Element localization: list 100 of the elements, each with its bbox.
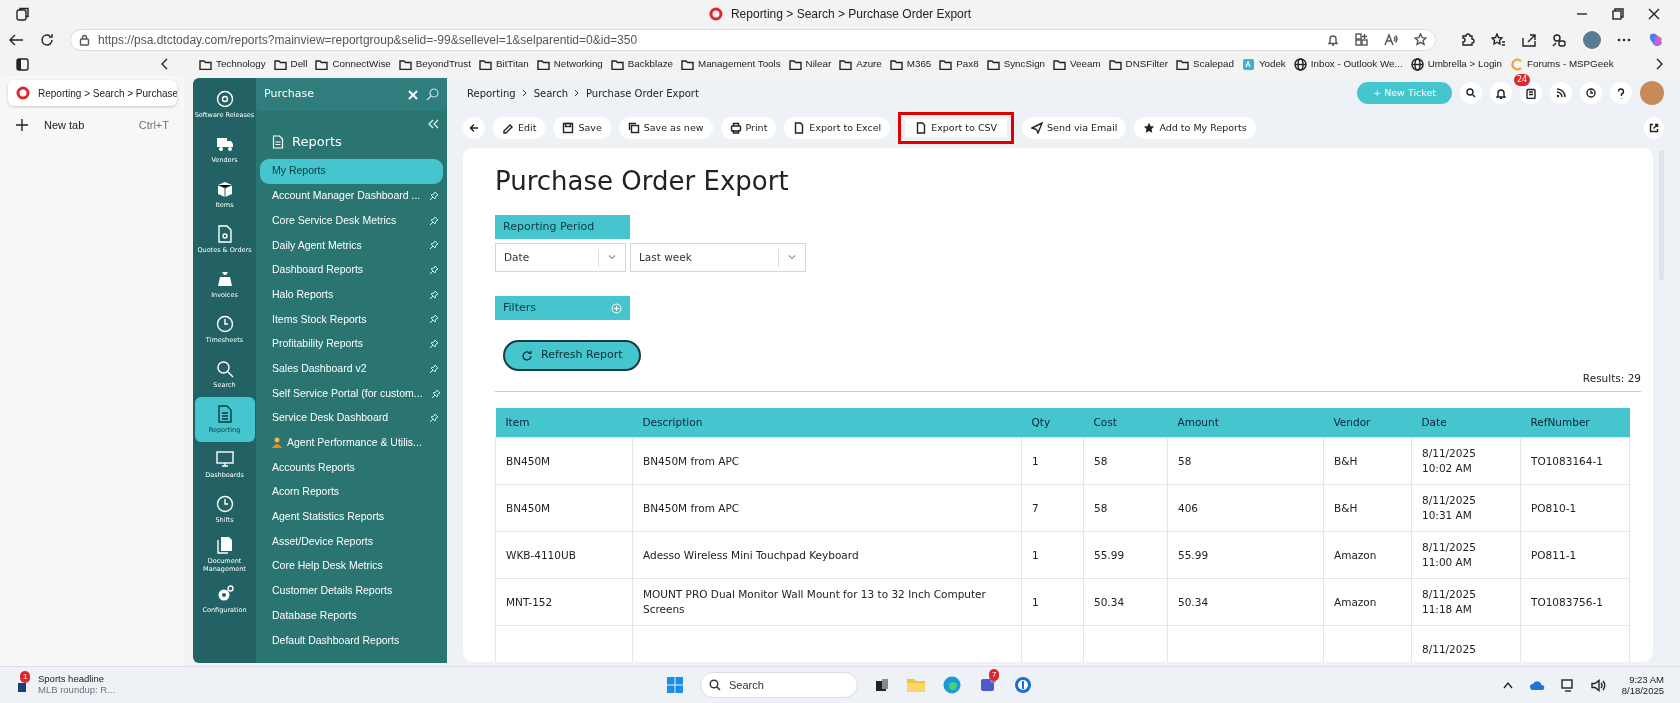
chevron-right-icon[interactable] xyxy=(1656,58,1664,70)
sidebar-item[interactable]: Database Reports xyxy=(260,603,443,629)
bookmark[interactable]: ConnectWise xyxy=(315,56,391,72)
bookmark[interactable]: Management Tools xyxy=(681,56,781,72)
sidebar-item[interactable]: Agent Statistics Reports xyxy=(260,504,443,530)
toolbar-button[interactable]: Add to My Reports xyxy=(1134,117,1256,139)
sidebar-item[interactable]: Daily Agent Metrics xyxy=(260,233,443,258)
bookmark[interactable]: M365 xyxy=(889,56,932,72)
sidebar-item[interactable]: Account Manager Dashboard ... xyxy=(260,183,443,209)
breadcrumb-item[interactable]: Search xyxy=(533,85,568,101)
read-aloud-icon[interactable] xyxy=(1384,33,1398,46)
toolbar-button[interactable]: Save xyxy=(553,117,611,139)
sidebar-item[interactable]: Service Desk Dashboard xyxy=(260,405,443,431)
restore-icon[interactable] xyxy=(1612,7,1624,20)
speaker-icon[interactable] xyxy=(1590,678,1606,692)
profile-avatar[interactable] xyxy=(1583,30,1601,49)
sidebar-item[interactable]: Dashboard Reports xyxy=(260,257,443,283)
pin-icon[interactable] xyxy=(429,314,439,325)
bookmark[interactable]: Azure xyxy=(839,56,882,72)
column-header[interactable]: Description xyxy=(632,407,1022,438)
bookmark[interactable]: Forums - MSPGeek xyxy=(1509,56,1614,72)
news-title[interactable]: Sports headline xyxy=(38,674,116,685)
toolbar-button[interactable]: Edit xyxy=(493,117,546,139)
browser-tab[interactable]: Reporting > Search > Purchase xyxy=(8,80,177,106)
pin-icon[interactable] xyxy=(429,215,439,226)
toolbar-button[interactable]: Export to CSV xyxy=(898,112,1015,144)
search-button[interactable] xyxy=(1460,82,1482,104)
column-header[interactable]: Item xyxy=(495,407,633,438)
browser-icon[interactable] xyxy=(942,675,962,695)
column-header[interactable]: Qty xyxy=(1021,407,1084,438)
chevron-left-icon[interactable] xyxy=(161,58,169,70)
share-icon[interactable] xyxy=(1522,32,1536,47)
sidebar-item[interactable]: Items Stock Reports xyxy=(260,307,443,332)
chevron-up-icon[interactable] xyxy=(1502,681,1513,689)
bookmark[interactable]: Umbrella > Login xyxy=(1410,56,1502,72)
sidebar-item[interactable]: Agent Performance & Utilis... xyxy=(260,430,443,456)
column-header[interactable]: RefNumber xyxy=(1520,407,1630,438)
user-avatar[interactable] xyxy=(1640,81,1664,105)
sidebar-item[interactable]: Customer Details Reports xyxy=(260,578,443,604)
dropdown-field[interactable]: Last week xyxy=(630,243,806,273)
history-button[interactable] xyxy=(1580,82,1602,104)
pin-icon[interactable] xyxy=(429,363,439,374)
pin-icon[interactable] xyxy=(429,191,439,202)
sidebar-item[interactable]: Asset/Device Reports xyxy=(260,529,443,554)
column-header[interactable]: Vendor xyxy=(1323,407,1412,438)
dropdown-field[interactable]: Date xyxy=(495,243,626,273)
pin-icon[interactable] xyxy=(429,265,439,276)
pin-icon[interactable] xyxy=(430,388,441,399)
clipboard-button[interactable] xyxy=(1520,82,1542,104)
sidebar-toggle-icon[interactable] xyxy=(16,57,29,71)
new-tab-button[interactable]: New tab xyxy=(16,116,85,134)
bell-icon[interactable] xyxy=(1327,33,1339,46)
back-icon[interactable] xyxy=(8,32,24,47)
favorites-icon[interactable] xyxy=(1491,32,1506,47)
pin-icon[interactable] xyxy=(429,240,439,251)
open-external-button[interactable] xyxy=(1644,117,1664,139)
start-icon[interactable] xyxy=(666,676,684,694)
sidebar-item[interactable]: Self Service Portal (for custom... xyxy=(260,381,443,406)
task-view-icon[interactable] xyxy=(874,677,890,693)
sidebar-item[interactable]: Profitability Reports xyxy=(260,331,443,357)
address-bar[interactable]: https://psa.dtctoday.com/reports?mainview=reportgroup&selid=-99&sellevel=1&selparentid=0&id=350 xyxy=(70,28,1436,51)
bookmark[interactable]: BitTitan xyxy=(478,56,529,72)
sidebar-item[interactable]: Default Dashboard Reports xyxy=(260,628,443,653)
tab-actions-icon[interactable] xyxy=(16,6,30,21)
clock-date[interactable]: 8/18/2025 xyxy=(1621,685,1664,697)
column-header[interactable]: Date xyxy=(1411,407,1521,438)
bookmark[interactable]: Inbox - Outlook We... xyxy=(1293,56,1403,72)
pin-icon[interactable] xyxy=(429,289,439,300)
bookmark[interactable]: Dell xyxy=(273,56,308,72)
bookmark[interactable]: Networking xyxy=(536,56,603,72)
close-icon[interactable] xyxy=(1648,7,1660,20)
toolbar-button[interactable]: Send via Email xyxy=(1022,117,1127,139)
bookmark[interactable]: DNSFilter xyxy=(1108,56,1169,72)
breadcrumb-item[interactable]: Reporting xyxy=(467,85,516,101)
help-button[interactable] xyxy=(1610,82,1632,104)
collapse-icon[interactable] xyxy=(427,119,439,129)
toolbar-button[interactable]: Export to Excel xyxy=(784,117,891,139)
collections-icon[interactable] xyxy=(1552,32,1567,47)
pin-icon[interactable] xyxy=(429,339,439,350)
bookmark[interactable]: Backblaze xyxy=(610,56,673,72)
bookmark[interactable]: Scalepad xyxy=(1176,56,1234,72)
bookmark[interactable]: Yodek xyxy=(1241,56,1286,72)
feed-button[interactable] xyxy=(1550,82,1572,104)
back-button[interactable] xyxy=(463,117,485,139)
sidebar-item[interactable]: Halo Reports xyxy=(260,282,443,308)
column-header[interactable]: Amount xyxy=(1167,407,1324,438)
search-icon[interactable] xyxy=(426,88,439,101)
toolbar-button[interactable]: Save as new xyxy=(618,117,713,139)
cloud-icon[interactable] xyxy=(1528,679,1545,691)
filters-header[interactable]: Filters xyxy=(495,296,630,321)
more-icon[interactable] xyxy=(1617,37,1631,42)
clock-time[interactable]: 9:23 AM xyxy=(1629,673,1664,685)
apps-icon[interactable] xyxy=(1355,33,1368,46)
pin-icon[interactable] xyxy=(429,413,439,424)
notifications-button[interactable] xyxy=(1490,82,1512,104)
sidebar-item[interactable]: Core Service Desk Metrics xyxy=(260,208,443,234)
bookmark[interactable]: Pax8 xyxy=(939,56,979,72)
bookmark[interactable]: Technology xyxy=(199,56,266,72)
sidebar-item[interactable]: Accounts Reports xyxy=(260,455,443,480)
taskbar-search-field[interactable]: Search xyxy=(700,672,858,698)
